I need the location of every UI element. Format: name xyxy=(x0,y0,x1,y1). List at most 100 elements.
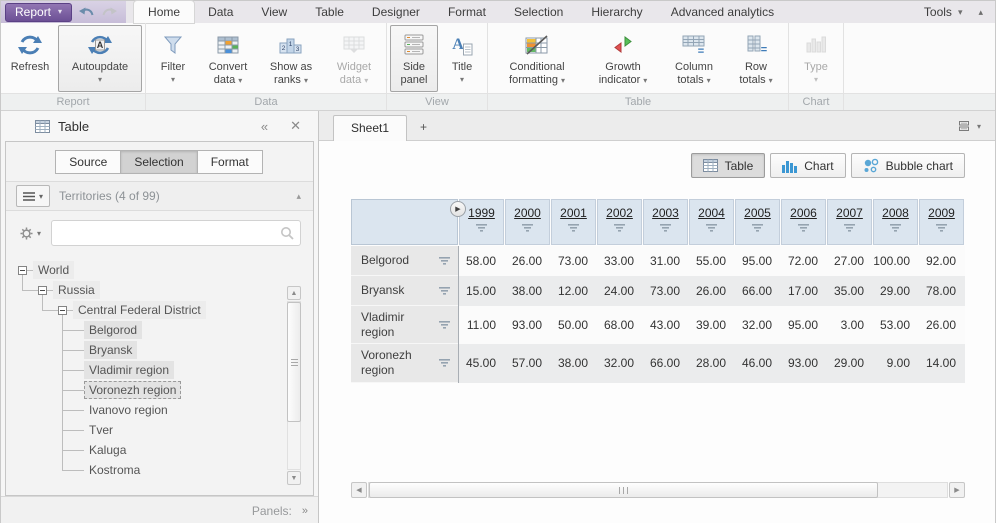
filter-funnel-icon[interactable] xyxy=(705,224,718,232)
tab-home[interactable]: Home xyxy=(134,1,194,23)
row-totals-button[interactable]: =Row totals▾ xyxy=(727,25,785,92)
filter-funnel-icon[interactable] xyxy=(797,224,810,232)
tree-search-input[interactable] xyxy=(51,220,301,246)
tree-item-voronezh-region[interactable]: Voronezh region xyxy=(6,380,313,400)
tab-hierarchy[interactable]: Hierarchy xyxy=(577,1,656,23)
filter-funnel-icon[interactable] xyxy=(438,359,451,367)
year-label[interactable]: 2005 xyxy=(744,206,771,220)
tree-scroll-thumb[interactable] xyxy=(287,302,301,422)
filter-funnel-icon[interactable] xyxy=(843,224,856,232)
row-header-belgorod[interactable]: Belgorod xyxy=(351,246,458,276)
tree-item-tver[interactable]: Tver xyxy=(6,420,313,440)
column-header-2004[interactable]: 2004 xyxy=(689,199,734,245)
tree-settings-button[interactable]: ▾ xyxy=(20,227,41,240)
tab-designer[interactable]: Designer xyxy=(358,1,434,23)
year-label[interactable]: 1999 xyxy=(468,206,495,220)
tree-item-belgorod[interactable]: Belgorod xyxy=(6,320,313,340)
year-label[interactable]: 2001 xyxy=(560,206,587,220)
tab-advanced-analytics[interactable]: Advanced analytics xyxy=(657,1,788,23)
tree-item-russia[interactable]: Russia xyxy=(6,280,313,300)
year-label[interactable]: 2009 xyxy=(928,206,955,220)
h-scroll-thumb[interactable] xyxy=(369,482,878,498)
year-label[interactable]: 2002 xyxy=(606,206,633,220)
year-label[interactable]: 2000 xyxy=(514,206,541,220)
panel-tab-selection[interactable]: Selection xyxy=(120,150,197,174)
year-label[interactable]: 2004 xyxy=(698,206,725,220)
panel-tab-format[interactable]: Format xyxy=(197,150,263,174)
tab-format[interactable]: Format xyxy=(434,1,500,23)
growth-indicator-button[interactable]: Growth indicator▾ xyxy=(585,25,661,92)
filter-funnel-icon[interactable] xyxy=(438,321,451,329)
column-header-1999[interactable]: 1999 xyxy=(459,199,504,245)
refresh-button[interactable]: Refresh xyxy=(4,25,56,92)
filter-funnel-icon[interactable] xyxy=(567,224,580,232)
title-button[interactable]: ATitle▾ xyxy=(440,25,484,92)
filter-funnel-icon[interactable] xyxy=(613,224,626,232)
h-scroll-track[interactable] xyxy=(368,482,948,498)
tree-item-bryansk[interactable]: Bryansk xyxy=(6,340,313,360)
table-view-button[interactable]: Table xyxy=(691,153,766,178)
filter-funnel-icon[interactable] xyxy=(659,224,672,232)
column-header-2002[interactable]: 2002 xyxy=(597,199,642,245)
panel-tab-source[interactable]: Source xyxy=(55,150,121,174)
filter-funnel-icon[interactable] xyxy=(521,224,534,232)
panels-expand-icon[interactable]: » xyxy=(302,505,306,517)
tree-item-kaluga[interactable]: Kaluga xyxy=(6,440,313,460)
section-menu-button[interactable]: ▾ xyxy=(16,185,50,207)
filter-funnel-icon[interactable] xyxy=(475,224,488,232)
scroll-right-arrow[interactable]: ▶ xyxy=(949,482,965,498)
chart-view-button[interactable]: Chart xyxy=(770,153,845,178)
tree-item-ivanovo-region[interactable]: Ivanovo region xyxy=(6,400,313,420)
tree-collapse-icon[interactable] xyxy=(18,266,27,275)
tab-view[interactable]: View xyxy=(247,1,301,23)
tree-collapse-icon[interactable] xyxy=(38,286,47,295)
tree-scrollbar[interactable]: ▲ ▼ xyxy=(287,286,301,485)
panel-collapse-icon[interactable]: « xyxy=(254,119,275,134)
column-totals-button[interactable]: =Column totals▾ xyxy=(663,25,725,92)
tree-item-vladimir-region[interactable]: Vladimir region xyxy=(6,360,313,380)
column-header-2000[interactable]: 2000 xyxy=(505,199,550,245)
row-header-vladimir-region[interactable]: Vladimir region xyxy=(351,306,458,344)
column-header-2003[interactable]: 2003 xyxy=(643,199,688,245)
undo-button[interactable] xyxy=(77,4,95,20)
section-collapse-icon[interactable]: ▴ xyxy=(296,191,301,202)
ribbon-collapse-button[interactable]: ▴ xyxy=(974,1,995,23)
filter-funnel-icon[interactable] xyxy=(438,257,451,265)
tree-collapse-icon[interactable] xyxy=(58,306,67,315)
year-label[interactable]: 2008 xyxy=(882,206,909,220)
sheet-tab[interactable]: Sheet1 xyxy=(333,115,407,141)
year-label[interactable]: 2007 xyxy=(836,206,863,220)
column-header-2005[interactable]: 2005 xyxy=(735,199,780,245)
column-header-2001[interactable]: 2001 xyxy=(551,199,596,245)
column-header-2006[interactable]: 2006 xyxy=(781,199,826,245)
tools-menu-button[interactable]: Tools ▾ xyxy=(912,1,975,23)
row-header-bryansk[interactable]: Bryansk xyxy=(351,276,458,306)
tab-data[interactable]: Data xyxy=(194,1,247,23)
tab-table[interactable]: Table xyxy=(301,1,358,23)
year-label[interactable]: 2006 xyxy=(790,206,817,220)
autoupdate-button[interactable]: AAutoupdate▾ xyxy=(58,25,142,92)
tree-item-kostroma[interactable]: Kostroma xyxy=(6,460,313,480)
convert-data-button[interactable]: Convert data▾ xyxy=(199,25,257,92)
bubble-chart-view-button[interactable]: Bubble chart xyxy=(851,153,965,178)
add-sheet-button[interactable]: + xyxy=(407,115,440,140)
report-menu-button[interactable]: Report ▾ xyxy=(5,3,72,22)
sheet-layout-button[interactable]: ▾ xyxy=(958,120,981,132)
show-as-ranks-button[interactable]: 213Show as ranks▾ xyxy=(259,25,323,92)
scroll-down-arrow[interactable]: ▼ xyxy=(287,471,301,485)
column-header-2008[interactable]: 2008 xyxy=(873,199,918,245)
side-panel-button[interactable]: Side panel xyxy=(390,25,438,92)
filter-funnel-icon[interactable] xyxy=(438,287,451,295)
filter-funnel-icon[interactable] xyxy=(889,224,902,232)
filter-funnel-icon[interactable] xyxy=(935,224,948,232)
panel-close-icon[interactable]: ✕ xyxy=(283,118,308,134)
filter-funnel-icon[interactable] xyxy=(751,224,764,232)
column-header-2007[interactable]: 2007 xyxy=(827,199,872,245)
horizontal-scrollbar[interactable]: ◀ ▶ xyxy=(351,482,965,498)
year-label[interactable]: 2003 xyxy=(652,206,679,220)
expand-columns-button[interactable]: ▶ xyxy=(450,201,466,217)
scroll-left-arrow[interactable]: ◀ xyxy=(351,482,367,498)
row-header-voronezh-region[interactable]: Voronezh region xyxy=(351,344,458,382)
conditional-formatting-button[interactable]: Conditional formatting▾ xyxy=(491,25,583,92)
tab-selection[interactable]: Selection xyxy=(500,1,577,23)
